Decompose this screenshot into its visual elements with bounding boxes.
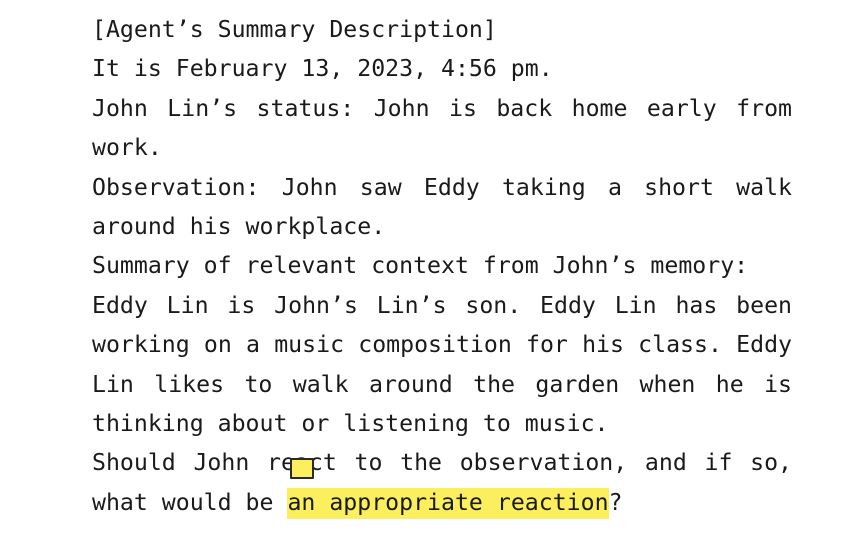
status-line: John Lin’s status: John is back home ear… <box>92 94 792 162</box>
observation-line: Observation: John saw Eddy taking a shor… <box>92 173 792 241</box>
question-line: Should John react to the observation, an… <box>92 443 792 522</box>
datetime-line: It is February 13, 2023, 4:56 pm. <box>92 55 553 83</box>
question-suffix: ? <box>608 488 623 516</box>
summary-body: Eddy Lin is John’s Lin’s son. Eddy Lin h… <box>92 291 792 438</box>
summary-intro-line: Summary of relevant context from John’s … <box>92 252 749 280</box>
summary-header: [Agent’s Summary Description] <box>92 16 497 43</box>
agent-summary-document: [Agent’s Summary Description] It is Febr… <box>92 10 792 522</box>
highlighted-phrase[interactable]: an appropriate reaction <box>287 487 609 519</box>
